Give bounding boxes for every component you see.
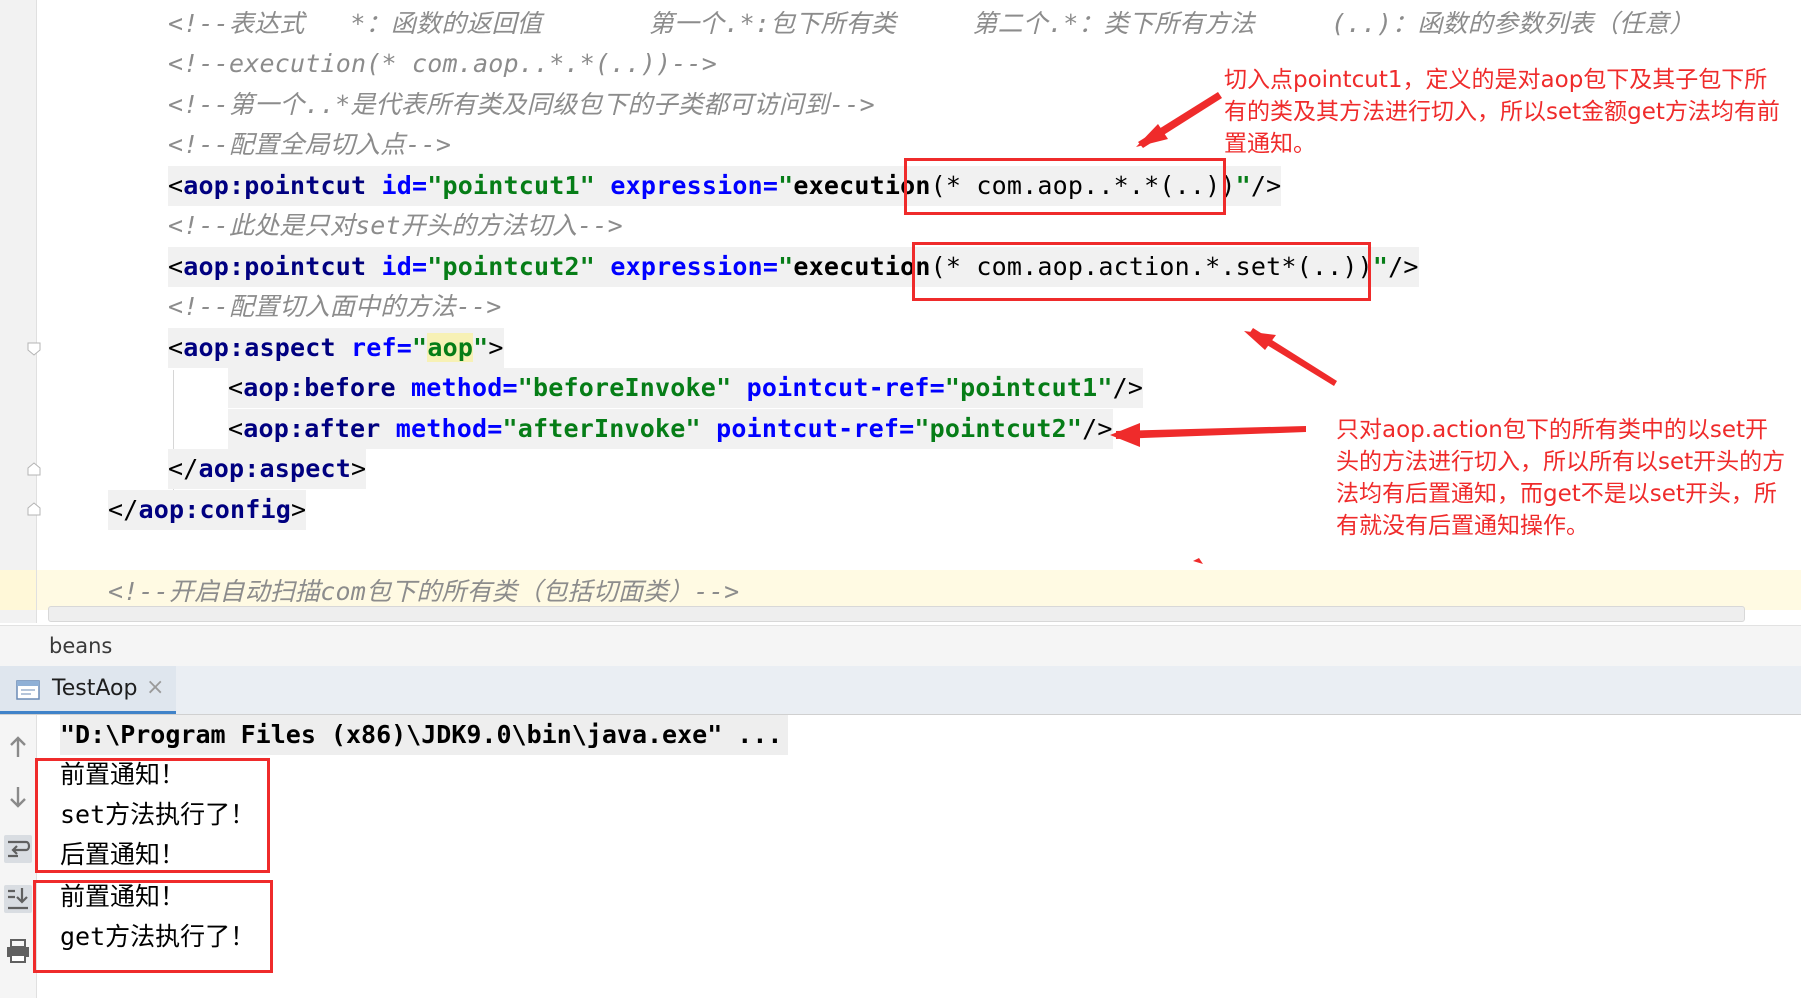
annotation-box-get-output — [33, 880, 273, 973]
tab-testaop[interactable]: TestAop × — [0, 666, 176, 714]
print-icon[interactable] — [4, 937, 32, 965]
annotation-arrows — [1110, 92, 1337, 564]
down-arrow-icon[interactable] — [4, 783, 32, 811]
breadcrumb-item[interactable]: beans — [49, 634, 112, 658]
soft-wrap-icon[interactable] — [4, 835, 32, 863]
run-config-icon — [16, 680, 40, 704]
console-output[interactable]: "D:\Program Files (x86)\JDK9.0\bin\java.… — [0, 715, 1801, 998]
up-arrow-icon[interactable] — [4, 733, 32, 761]
command-line: "D:\Program Files (x86)\JDK9.0\bin\java.… — [60, 715, 789, 755]
scroll-to-end-icon[interactable] — [4, 885, 32, 913]
annotation-box-set-output — [35, 758, 270, 873]
breadcrumb: beans — [0, 625, 1801, 667]
console-toolbar — [0, 715, 37, 998]
code-editor[interactable]: <!--表达式 *：函数的返回值 第一个.*:包下所有类 第二个.*：类下所有方… — [0, 0, 1801, 623]
tab-label: TestAop — [52, 676, 138, 701]
run-tool-window-header: TestAop × — [0, 666, 1801, 715]
close-icon[interactable]: × — [146, 675, 164, 700]
